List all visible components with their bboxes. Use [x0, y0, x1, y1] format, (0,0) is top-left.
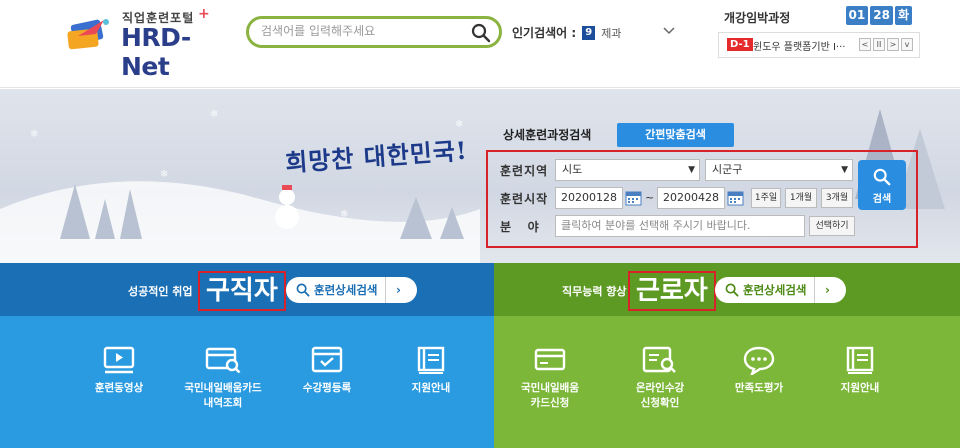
- start-date-from[interactable]: 20200128: [555, 187, 623, 209]
- advanced-search-title: 상세훈련과정검색: [503, 128, 592, 142]
- card-search-icon: [205, 347, 241, 374]
- worker-detail-search-button[interactable]: 훈련상세검색 ›: [715, 277, 846, 303]
- worker-section: 직무능력 향상 근로자 훈련상세검색 › 국민내일배움 카드신청 온라인수강 신…: [494, 263, 960, 448]
- menu-satisfaction[interactable]: 만족도평가: [704, 345, 814, 396]
- search-icon: [725, 283, 739, 297]
- check-window-icon: [311, 346, 343, 373]
- worker-title[interactable]: 근로자: [628, 271, 716, 311]
- search-icon[interactable]: [471, 23, 491, 43]
- logo-title: HRD-Net: [121, 23, 191, 81]
- logo-plus: +: [198, 6, 210, 22]
- site-header: 직업훈련포털 + HRD-Net 인기검색어 : 9 제과 개강임박과정 01 …: [0, 0, 960, 88]
- menu-label: 만족도평가: [734, 382, 784, 394]
- sigungu-value: 시군구: [712, 163, 743, 176]
- menu-label: 국민내일배움 카드신청: [521, 382, 579, 409]
- popular-keywords: 인기검색어 : 9 제과: [512, 24, 621, 41]
- start-date-label: 훈련시작: [500, 192, 549, 206]
- detail-search-label: 훈련상세검색: [314, 283, 378, 297]
- date-month: 01: [845, 6, 869, 25]
- job-seeker-detail-search-button[interactable]: 훈련상세검색 ›: [286, 277, 417, 303]
- date-separator: ~: [645, 191, 655, 204]
- video-icon: [103, 346, 135, 374]
- period-1month-button[interactable]: 1개월: [785, 188, 817, 208]
- period-3month-button[interactable]: 3개월: [821, 188, 853, 208]
- menu-label: 수강평등록: [302, 382, 352, 394]
- worker-bar: 직무능력 향상 근로자 훈련상세검색 ›: [494, 263, 960, 316]
- d-day-badge: D-1: [727, 38, 753, 51]
- job-seeker-title[interactable]: 구직자: [198, 271, 286, 311]
- chevron-right-icon: ›: [396, 283, 401, 297]
- hero-banner: ❄ ❄ ❄ ❄ ❄ 희망찬 대한민국! 상세훈련과정검색 간편맞춤검색 훈련지역…: [0, 89, 960, 263]
- calendar-icon[interactable]: [727, 189, 744, 206]
- worker-caption: 직무능력 향상: [562, 285, 627, 298]
- book-icon: [417, 346, 445, 374]
- chevron-down-icon[interactable]: [662, 24, 676, 38]
- job-seeker-section: 성공적인 취업 구직자 훈련상세검색 › 훈련동영상 국민내일배움카드 내역조회: [0, 263, 494, 448]
- menu-support-info[interactable]: 지원안내: [376, 345, 486, 396]
- search-input[interactable]: [261, 24, 461, 38]
- sido-value: 시도: [562, 163, 583, 176]
- menu-label: 온라인수강 신청확인: [635, 382, 685, 409]
- caret-down-icon: ▼: [841, 165, 848, 175]
- popular-label: 인기검색어 :: [512, 26, 577, 40]
- pause-button[interactable]: II: [873, 38, 885, 51]
- menu-card-apply[interactable]: 국민내일배움 카드신청: [495, 345, 605, 411]
- advanced-search-panel: 훈련지역 시도 ▼ 시군구 ▼ 훈련시작 20200128 ~ 20200428…: [486, 150, 918, 248]
- prev-button[interactable]: <: [859, 38, 871, 51]
- advanced-search-button[interactable]: 검색: [858, 160, 906, 210]
- period-1week-button[interactable]: 1주일: [751, 188, 781, 208]
- menu-review-register[interactable]: 수강평등록: [272, 345, 382, 396]
- menu-label: 지원안내: [411, 382, 451, 394]
- menu-training-video[interactable]: 훈련동영상: [64, 345, 174, 396]
- region-label: 훈련지역: [500, 164, 549, 178]
- deadline-date: 01 28 화: [845, 6, 912, 25]
- chat-icon: [743, 346, 775, 375]
- menu-label: 국민내일배움카드 내역조회: [184, 382, 262, 409]
- field-input[interactable]: 클릭하여 분야를 선택해 주시기 바랍니다.: [555, 215, 805, 237]
- hrd-net-logo[interactable]: 직업훈련포털 + HRD-Net: [66, 6, 236, 81]
- field-label: 분 야: [500, 220, 540, 234]
- next-button[interactable]: >: [887, 38, 899, 51]
- sido-select[interactable]: 시도 ▼: [555, 159, 700, 181]
- search-box: [246, 16, 502, 48]
- search-button-label: 검색: [872, 194, 892, 205]
- deadline-title: 개강임박과정: [724, 11, 791, 25]
- logo-mark-icon: [67, 19, 109, 50]
- quick-search-button[interactable]: 간편맞춤검색: [617, 123, 734, 147]
- menu-label: 지원안내: [840, 382, 880, 394]
- menu-online-check[interactable]: 온라인수강 신청확인: [605, 345, 715, 411]
- sigungu-select[interactable]: 시군구 ▼: [705, 159, 853, 181]
- card-icon: [534, 348, 566, 371]
- deadline-courses: 개강임박과정 01 28 화 D-1 윈도우 플랫폼기반 I··· < II >…: [718, 6, 920, 60]
- menu-support-info[interactable]: 지원안내: [805, 345, 915, 396]
- doc-search-icon: [642, 346, 676, 373]
- caret-down-icon: ▼: [688, 165, 695, 175]
- search-icon: [873, 168, 891, 186]
- detail-search-label: 훈련상세검색: [743, 283, 807, 297]
- deadline-course-row[interactable]: D-1 윈도우 플랫폼기반 I··· < II > v: [718, 32, 920, 58]
- popular-keyword-link[interactable]: 제과: [601, 25, 621, 41]
- menu-label: 훈련동영상: [94, 382, 144, 394]
- job-seeker-caption: 성공적인 취업: [128, 285, 193, 298]
- start-date-to[interactable]: 20200428: [657, 187, 725, 209]
- chevron-right-icon: ›: [825, 283, 830, 297]
- choose-field-button[interactable]: 선택하기: [809, 216, 855, 236]
- deadline-course-link[interactable]: 윈도우 플랫폼기반 I···: [753, 38, 853, 53]
- menu-card-history[interactable]: 국민내일배움카드 내역조회: [168, 345, 278, 411]
- book-icon: [846, 346, 874, 374]
- date-day: 28: [870, 6, 893, 25]
- calendar-icon[interactable]: [625, 189, 642, 206]
- job-seeker-bar: 성공적인 취업 구직자 훈련상세검색 ›: [0, 263, 494, 316]
- expand-button[interactable]: v: [901, 38, 913, 51]
- search-icon: [296, 283, 310, 297]
- popular-rank-badge: 9: [582, 25, 596, 40]
- date-weekday: 화: [894, 6, 912, 25]
